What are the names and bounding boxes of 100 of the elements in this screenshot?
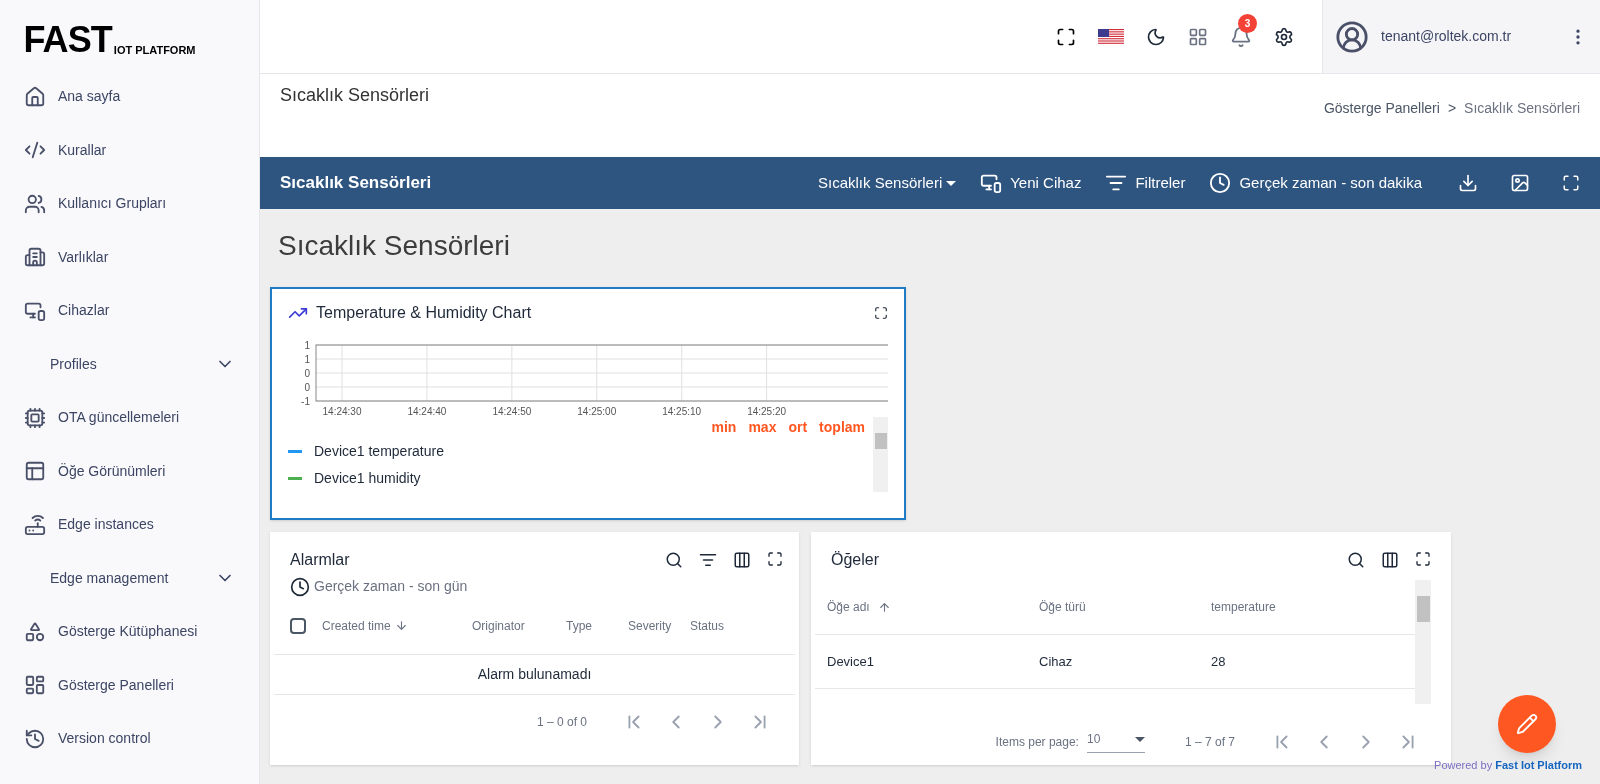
widget-title: Alarmlar bbox=[290, 550, 350, 570]
stat-header: ort bbox=[788, 418, 808, 437]
dark-mode-icon[interactable] bbox=[1146, 26, 1166, 47]
edit-fab[interactable] bbox=[1497, 695, 1556, 753]
sidebar-item-icon bbox=[24, 85, 46, 108]
x-tick-label: 14:24:50 bbox=[492, 406, 532, 417]
stat-header: max bbox=[748, 418, 777, 437]
column-header[interactable]: Öğe adı bbox=[827, 598, 1039, 616]
sidebar-item[interactable]: Kullanıcı Grupları bbox=[0, 177, 259, 231]
us-flag-icon[interactable] bbox=[1098, 28, 1124, 45]
brand-link[interactable]: Fast Iot Platform bbox=[1495, 758, 1582, 771]
sidebar-item-icon bbox=[24, 192, 46, 215]
legend-label: Device1 temperature bbox=[314, 442, 444, 461]
clock-icon bbox=[290, 576, 310, 597]
column-header[interactable]: Severity bbox=[628, 616, 690, 635]
stat-header: min bbox=[711, 418, 737, 437]
sidebar-group[interactable]: Edge management bbox=[0, 551, 259, 605]
select-all-checkbox[interactable] bbox=[290, 617, 306, 634]
items-per-page-label: Items per page: bbox=[995, 733, 1079, 751]
edit-icon bbox=[1515, 713, 1538, 735]
sort-down-icon bbox=[394, 619, 408, 632]
y-tick-label: 1 bbox=[304, 354, 311, 365]
search-icon[interactable] bbox=[1347, 551, 1365, 569]
fullscreen-icon[interactable] bbox=[1562, 174, 1580, 192]
caret-icon bbox=[1134, 736, 1145, 742]
y-tick-label: -1 bbox=[301, 396, 311, 407]
settings-icon[interactable] bbox=[1274, 26, 1294, 47]
dashboard-title: Sıcaklık Sensörleri bbox=[277, 229, 511, 263]
sidebar-item[interactable]: Gösterge Panelleri bbox=[0, 658, 259, 712]
sidebar-item[interactable]: Öğe Görünümleri bbox=[0, 444, 259, 498]
sidebar-item[interactable]: Gösterge Kütüphanesi bbox=[0, 605, 259, 659]
sidebar-item[interactable]: Version control bbox=[0, 712, 259, 766]
column-header[interactable]: Status bbox=[690, 616, 752, 635]
toolbar-button[interactable]: Yeni Cihaz bbox=[980, 171, 1082, 195]
column-header[interactable]: temperature bbox=[1211, 598, 1361, 616]
download-icon[interactable] bbox=[1458, 173, 1478, 193]
y-tick-label: 0 bbox=[304, 382, 311, 393]
x-tick-label: 14:24:40 bbox=[407, 406, 447, 417]
time-window[interactable]: Gerçek zaman - son gün bbox=[314, 576, 468, 597]
x-tick-label: 14:24:30 bbox=[322, 406, 362, 417]
filter-icon[interactable] bbox=[699, 551, 717, 569]
breadcrumb-link[interactable]: Gösterge Panelleri bbox=[1323, 98, 1440, 119]
sidebar-item[interactable]: Ana sayfa bbox=[0, 70, 259, 124]
sidebar-item[interactable]: Varlıklar bbox=[0, 230, 259, 284]
y-tick-label: 1 bbox=[304, 340, 311, 351]
image-icon[interactable] bbox=[1510, 173, 1530, 193]
sidebar-item[interactable]: Edge instances bbox=[0, 498, 259, 552]
sidebar-item[interactable]: OTA güncellemeleri bbox=[0, 391, 259, 445]
x-tick-label: 14:25:00 bbox=[577, 406, 617, 417]
avatar-icon bbox=[1335, 19, 1369, 54]
user-menu[interactable]: tenant@roltek.com.tr bbox=[1322, 0, 1600, 73]
table-cell-text: Device1 bbox=[827, 652, 875, 671]
toolbar-button[interactable]: Gerçek zaman - son dakika bbox=[1209, 171, 1422, 195]
sidebar-item-icon bbox=[24, 246, 46, 269]
widget-title: Temperature & Humidity Chart bbox=[316, 303, 532, 323]
page-title: Sıcaklık Sensörleri bbox=[280, 84, 430, 107]
dashboard-select[interactable]: Sıcaklık Sensörleri bbox=[818, 171, 957, 195]
sidebar-item-icon bbox=[24, 513, 46, 536]
fullscreen-icon[interactable] bbox=[767, 551, 783, 567]
powered-by: Powered by Fast Iot Platform bbox=[1434, 757, 1582, 773]
sidebar-item[interactable]: Cihazlar bbox=[0, 284, 259, 338]
fullscreen-icon[interactable] bbox=[874, 306, 888, 320]
column-header[interactable]: Created time bbox=[322, 616, 472, 635]
page-range: 1 – 0 of 0 bbox=[536, 714, 587, 731]
page-size-select[interactable]: 10 bbox=[1086, 730, 1145, 753]
x-tick-label: 14:25:10 bbox=[662, 406, 702, 417]
breadcrumb-current: Sıcaklık Sensörleri bbox=[1464, 99, 1580, 118]
widget-title: Öğeler bbox=[831, 550, 880, 570]
logo: FASTIOT PLATFORM bbox=[22, 18, 197, 62]
column-header[interactable]: Öğe türü bbox=[1039, 598, 1211, 616]
caret-icon bbox=[946, 180, 957, 186]
y-tick-label: 0 bbox=[304, 368, 311, 379]
sidebar-item-icon bbox=[24, 674, 46, 697]
toolbar-button[interactable]: Filtreler bbox=[1105, 171, 1186, 195]
columns-icon[interactable] bbox=[1381, 551, 1399, 569]
sort-up-icon bbox=[877, 600, 891, 614]
table-row[interactable]: Device1 Cihaz 28 bbox=[815, 635, 1415, 689]
stat-header: toplam bbox=[819, 418, 865, 437]
apps-icon[interactable] bbox=[1188, 26, 1208, 47]
notification-count-badge: 3 bbox=[1238, 13, 1257, 33]
table-cell-text: Cihaz bbox=[1039, 652, 1074, 671]
breadcrumb-separator: > bbox=[1447, 99, 1457, 118]
notifications-icon[interactable] bbox=[1230, 25, 1252, 48]
sidebar-item-icon bbox=[24, 620, 46, 643]
column-header[interactable]: Originator bbox=[472, 616, 566, 635]
fullscreen-icon[interactable] bbox=[1056, 26, 1076, 47]
empty-message: Alarm bulunamadı bbox=[274, 655, 795, 695]
columns-icon[interactable] bbox=[733, 551, 751, 569]
fullscreen-icon[interactable] bbox=[1415, 551, 1431, 567]
sidebar-item-icon bbox=[24, 406, 46, 429]
search-icon[interactable] bbox=[665, 551, 683, 569]
toolbar-button-icon bbox=[1209, 172, 1232, 194]
dashboard-name: Sıcaklık Sensörleri bbox=[280, 172, 432, 195]
page-range: 1 – 7 of 7 bbox=[1184, 733, 1235, 751]
table-cell-text: 28 bbox=[1211, 652, 1227, 671]
legend-label: Device1 humidity bbox=[314, 469, 421, 488]
sidebar-item[interactable]: Kurallar bbox=[0, 123, 259, 177]
sidebar-group[interactable]: Profiles bbox=[0, 337, 259, 391]
column-header[interactable]: Type bbox=[566, 616, 628, 635]
x-tick-label: 14:25:20 bbox=[747, 406, 787, 417]
